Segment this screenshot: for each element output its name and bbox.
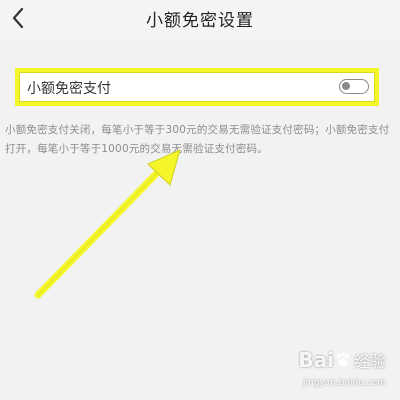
arrow-icon xyxy=(34,149,181,299)
header-bar: 小额免密设置 xyxy=(0,0,400,40)
paw-icon xyxy=(336,352,349,367)
page: 小额免密设置 小额免密支付 小额免密支付关闭，每笔小于等于300元的交易无需验证… xyxy=(0,0,400,400)
toggle-knob xyxy=(342,82,350,90)
setting-label: 小额免密支付 xyxy=(27,81,111,97)
setting-description: 小额免密支付关闭，每笔小于等于300元的交易无需验证支付密码；小额免密支付打开，… xyxy=(5,124,390,155)
page-title: 小额免密设置 xyxy=(146,11,254,31)
watermark-logo: Bai 经验 xyxy=(298,348,386,372)
password-free-toggle[interactable] xyxy=(339,79,369,94)
annotation-arrow xyxy=(34,149,181,299)
setting-row-small-amount-password-free[interactable]: 小额免密支付 xyxy=(15,68,379,106)
watermark-url: jingyan.baidu.com xyxy=(302,378,386,388)
watermark-brand: Bai xyxy=(298,348,334,372)
watermark-brand-cn: 经验 xyxy=(353,352,386,371)
